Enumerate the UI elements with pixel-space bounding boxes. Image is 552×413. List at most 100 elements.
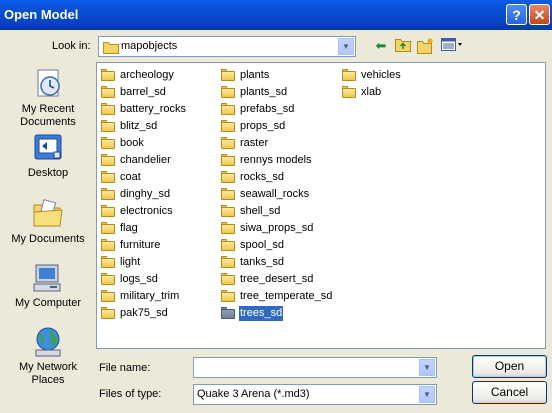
my-computer-icon xyxy=(32,262,64,294)
window-title: Open Model xyxy=(4,7,79,22)
folder-name: seawall_rocks xyxy=(240,188,310,200)
folder-icon xyxy=(101,307,115,319)
folder-icon xyxy=(221,103,235,115)
folder-name: spool_sd xyxy=(240,239,285,251)
place-label-line1: My Recent xyxy=(21,103,75,115)
folder-name: tree_temperate_sd xyxy=(240,290,333,302)
folder-icon xyxy=(221,205,235,217)
folder-icon xyxy=(342,69,356,81)
place-my-network-places[interactable]: My Network Places xyxy=(4,326,92,387)
folder-name: book xyxy=(120,137,144,149)
folder-icon xyxy=(221,171,235,183)
back-arrow-icon[interactable]: ⬅ xyxy=(372,38,390,54)
chevron-down-icon[interactable]: ▼ xyxy=(338,38,354,55)
close-button[interactable]: ✕ xyxy=(529,4,550,25)
folder-name: raster xyxy=(240,137,269,149)
folder-name: prefabs_sd xyxy=(240,103,295,115)
place-label-line2: Documents xyxy=(20,116,76,128)
folder-name: plants xyxy=(240,69,270,81)
folder-icon xyxy=(221,188,235,200)
folder-icon xyxy=(101,256,115,268)
place-my-computer[interactable]: My Computer xyxy=(4,262,92,310)
folder-name: props_sd xyxy=(240,120,286,132)
file-type-value: Quake 3 Arena (*.md3) xyxy=(197,388,310,400)
folder-icon xyxy=(221,307,235,319)
folder-name: dinghy_sd xyxy=(120,188,171,200)
folder-icon xyxy=(101,69,115,81)
look-in-label: Look in: xyxy=(52,40,91,52)
folder-icon xyxy=(101,273,115,285)
my-documents-icon xyxy=(32,198,64,230)
place-label-line1: My Network xyxy=(18,361,78,373)
folder-name: light xyxy=(120,256,141,268)
folder-name: siwa_props_sd xyxy=(240,222,314,234)
folder-icon xyxy=(101,154,115,166)
folder-icon xyxy=(101,103,115,115)
place-label-line1: My Documents xyxy=(11,233,85,245)
new-folder-icon[interactable] xyxy=(417,38,435,54)
folder-name: trees_sd xyxy=(237,305,285,322)
folder-icon xyxy=(221,256,235,268)
folder-icon xyxy=(101,86,115,98)
place-my-documents[interactable]: My Documents xyxy=(4,198,92,246)
folder-name: flag xyxy=(120,222,138,234)
place-my-recent-documents[interactable]: My Recent Documents xyxy=(4,68,92,129)
file-name-input[interactable]: ▼ xyxy=(193,357,437,378)
chevron-down-icon[interactable]: ▼ xyxy=(419,386,435,403)
recent-documents-icon xyxy=(32,68,64,100)
folder-icon xyxy=(101,171,115,183)
file-list[interactable]: archeology barrel_sd battery_rocks blitz_sd… xyxy=(96,62,546,349)
place-label-line2: Places xyxy=(31,374,65,386)
title-bar[interactable]: Open Model ? ✕ xyxy=(0,0,552,30)
open-button[interactable]: Open xyxy=(472,355,547,378)
folder-name: coat xyxy=(120,171,141,183)
folder-name: shell_sd xyxy=(240,205,281,217)
folder-icon xyxy=(221,120,235,132)
folder-icon xyxy=(101,137,115,149)
folder-icon xyxy=(221,69,235,81)
folder-icon xyxy=(101,290,115,302)
up-folder-icon[interactable] xyxy=(394,38,412,54)
folder-name: logs_sd xyxy=(120,273,158,285)
folder-icon xyxy=(101,205,115,217)
place-label-line1: Desktop xyxy=(27,167,69,179)
folder-name: plants_sd xyxy=(240,86,288,98)
help-button[interactable]: ? xyxy=(506,4,527,25)
look-in-dropdown[interactable]: mapobjects ▼ xyxy=(98,36,356,57)
view-menu-icon[interactable] xyxy=(441,38,465,54)
folder-name: tanks_sd xyxy=(240,256,285,268)
place-desktop[interactable]: Desktop xyxy=(4,132,92,180)
folder-icon xyxy=(101,120,115,132)
look-in-value: mapobjects xyxy=(121,40,178,52)
cancel-button[interactable]: Cancel xyxy=(472,381,547,404)
folder-name: blitz_sd xyxy=(120,120,158,132)
desktop-icon xyxy=(32,132,64,164)
folder-name: xlab xyxy=(361,86,382,98)
folder-name: battery_rocks xyxy=(120,103,187,115)
network-places-icon xyxy=(32,326,64,358)
folder-icon xyxy=(101,239,115,251)
folder-name: furniture xyxy=(120,239,161,251)
folder-icon xyxy=(221,222,235,234)
folder-icon xyxy=(101,188,115,200)
folder-icon xyxy=(342,86,356,98)
folder-name: military_trim xyxy=(120,290,180,302)
file-name-label: File name: xyxy=(99,362,151,374)
folder-icon xyxy=(221,239,235,251)
folder-name: vehicles xyxy=(361,69,401,81)
folder-name: electronics xyxy=(120,205,173,217)
folder-name: pak75_sd xyxy=(120,307,168,319)
file-type-label: Files of type: xyxy=(99,388,162,400)
folder-icon xyxy=(221,290,235,302)
folder-name: archeology xyxy=(120,69,174,81)
folder-icon xyxy=(221,154,235,166)
folder-icon xyxy=(221,86,235,98)
file-type-select[interactable]: Quake 3 Arena (*.md3) ▼ xyxy=(193,384,437,405)
folder-name: tree_desert_sd xyxy=(240,273,314,285)
folder-name: barrel_sd xyxy=(120,86,166,98)
folder-icon xyxy=(221,273,235,285)
folder-icon xyxy=(101,222,115,234)
folder-name: rennys models xyxy=(240,154,312,166)
folder-name: rocks_sd xyxy=(240,171,285,183)
chevron-down-icon[interactable]: ▼ xyxy=(419,359,435,376)
